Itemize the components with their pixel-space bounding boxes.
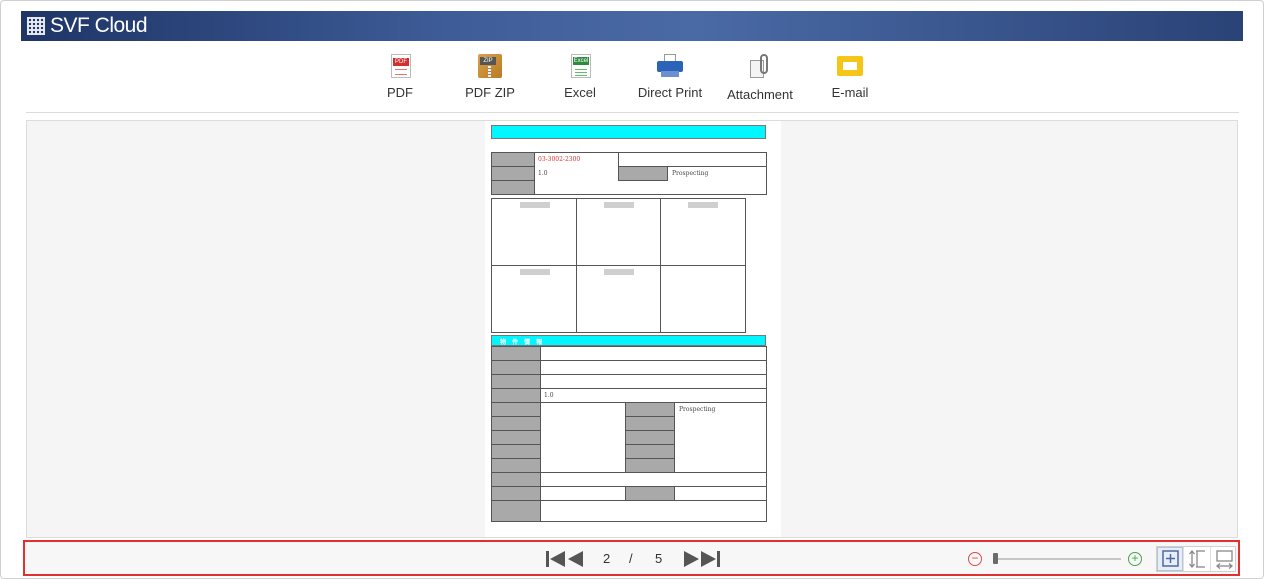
fit-width-icon [1215, 550, 1234, 569]
toolbar-divider [26, 112, 1239, 113]
info-table: 03-3002-2300 1.0 Prospecting [491, 152, 767, 195]
form-heading-bar [491, 125, 766, 139]
fit-width-button[interactable] [1211, 547, 1238, 571]
export-toolbar: PDF PDF ZIP PDF ZIP Excel Excel Direct P… [355, 50, 895, 102]
zoom-slider-handle[interactable] [993, 553, 998, 564]
printer-icon [657, 54, 683, 78]
property-section-heading: 物 件 情 報 [491, 335, 766, 346]
pdf-file-icon: PDF [391, 54, 411, 78]
document-viewer[interactable]: 03-3002-2300 1.0 Prospecting 物 件 情 報 1.0… [26, 120, 1238, 538]
direct-print-label: Direct Print [637, 85, 703, 100]
total-pages: 5 [655, 551, 663, 566]
pdf-button[interactable]: PDF PDF [355, 50, 445, 102]
zoom-slider-track[interactable] [995, 558, 1121, 560]
attachment-label: Attachment [727, 87, 793, 102]
version-value: 1.0 [538, 170, 548, 177]
pdf-zip-label: PDF ZIP [465, 85, 515, 100]
zoom-out-icon[interactable]: − [968, 552, 982, 566]
fit-mode-group [1156, 546, 1236, 572]
email-button[interactable]: E-mail [805, 50, 895, 102]
pdf-zip-button[interactable]: ZIP PDF ZIP [445, 50, 535, 102]
app-title: SVF Cloud [50, 14, 148, 37]
document-page: 03-3002-2300 1.0 Prospecting 物 件 情 報 1.0… [485, 121, 781, 537]
fit-page-button[interactable] [1157, 547, 1184, 571]
excel-button[interactable]: Excel Excel [535, 50, 625, 102]
attachment-button[interactable]: Attachment [715, 50, 805, 102]
page-separator: / [629, 551, 633, 566]
email-label: E-mail [831, 85, 869, 100]
excel-label: Excel [564, 85, 596, 100]
previous-page-icon[interactable] [568, 551, 583, 567]
photo-grid [491, 198, 746, 333]
zip-archive-icon: ZIP [478, 54, 502, 78]
fit-page-icon [1162, 550, 1179, 567]
app-header: SVF Cloud [21, 11, 1243, 41]
first-page-icon[interactable] [546, 551, 566, 567]
pdf-label: PDF [387, 85, 413, 100]
fit-height-icon [1189, 549, 1205, 569]
property-table: 1.0 Prospecting [491, 346, 767, 522]
last-page-icon[interactable] [701, 551, 721, 567]
paperclip-icon [748, 54, 772, 80]
zoom-in-icon[interactable]: + [1128, 552, 1142, 566]
code-value: 03-3002-2300 [538, 156, 581, 163]
page-navigation-bar: 2 / 5 − + [23, 540, 1240, 576]
direct-print-button[interactable]: Direct Print [625, 50, 715, 102]
next-page-icon[interactable] [684, 551, 699, 567]
envelope-icon [837, 56, 863, 78]
svf-logo-icon [27, 17, 45, 35]
current-page-number[interactable]: 2 [603, 551, 610, 566]
status-value: Prospecting [672, 170, 709, 177]
excel-file-icon: Excel [571, 54, 591, 78]
fit-height-button[interactable] [1184, 547, 1211, 571]
